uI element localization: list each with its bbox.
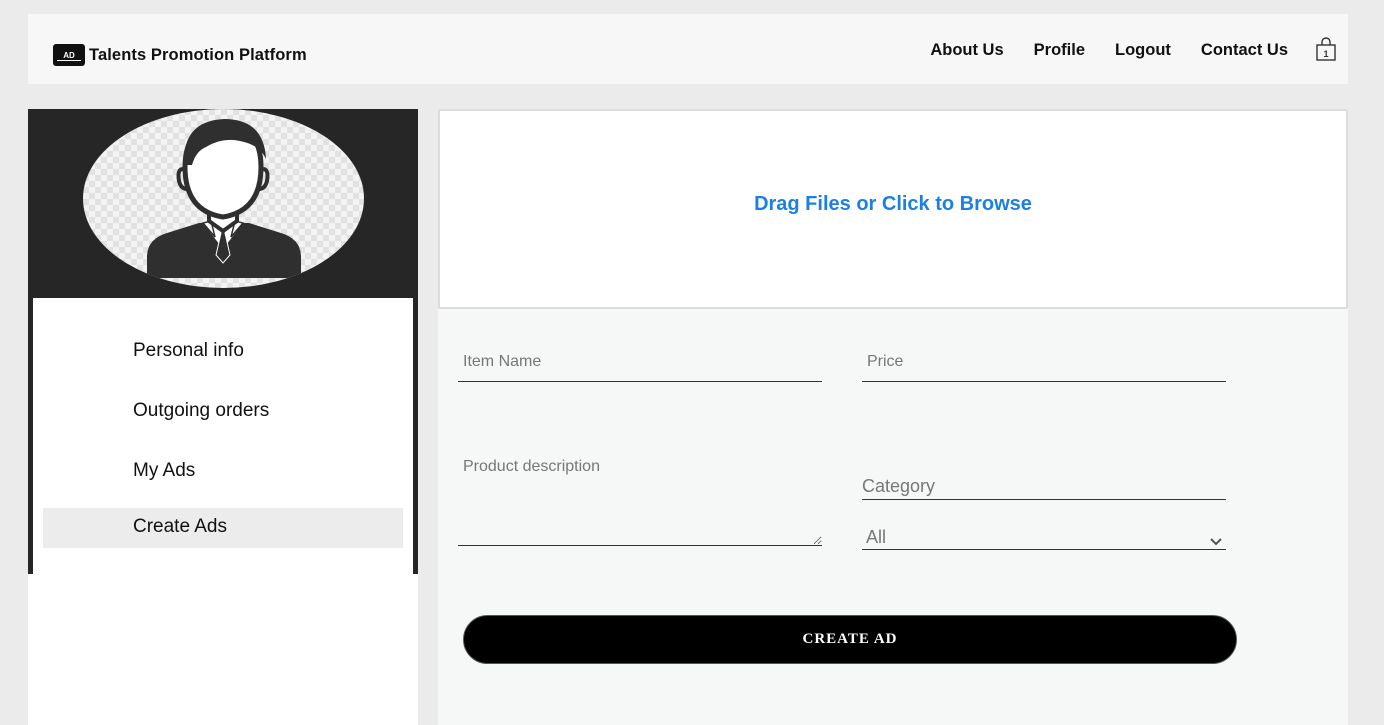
create-ad-button[interactable]: CREATE AD (463, 615, 1237, 664)
sidebar-item-outgoing-orders[interactable]: Outgoing orders (43, 392, 403, 432)
nav-profile[interactable]: Profile (1034, 41, 1085, 60)
category-selected-value: All (866, 527, 887, 547)
category-label: Category (862, 476, 1226, 500)
avatar (83, 109, 364, 288)
sidebar-item-my-ads[interactable]: My Ads (43, 452, 403, 492)
sidebar-item-label: Outgoing orders (133, 400, 270, 421)
cart-count: 1 (1323, 49, 1328, 59)
ad-logo-icon: AD (53, 44, 85, 66)
nav-links: About Us Profile Logout Contact Us (900, 41, 1288, 60)
product-description-textarea[interactable] (458, 454, 822, 546)
sidebar-item-label: My Ads (133, 460, 196, 481)
sidebar-item-create-ads[interactable]: Create Ads (43, 508, 403, 548)
create-ad-form: Category All CREATE AD (438, 309, 1348, 725)
sidebar-menu: Personal info Outgoing orders My Ads Cre… (33, 298, 413, 574)
nav-contact-us[interactable]: Contact Us (1201, 41, 1288, 60)
brand-title: Talents Promotion Platform (89, 45, 307, 64)
file-dropzone[interactable]: Drag Files or Click to Browse (438, 109, 1348, 309)
top-navbar: AD Talents Promotion Platform About Us P… (28, 14, 1348, 84)
chevron-down-icon (1210, 530, 1222, 551)
sidebar-item-personal-info[interactable]: Personal info (43, 332, 403, 372)
item-name-input[interactable] (458, 338, 822, 382)
category-select[interactable]: All (862, 524, 1226, 550)
nav-about-us[interactable]: About Us (930, 41, 1003, 60)
create-ad-panel: Drag Files or Click to Browse Category A… (438, 109, 1348, 725)
shopping-bag-icon[interactable]: 1 (1316, 37, 1336, 61)
price-input[interactable] (862, 338, 1226, 382)
logo-text: AD (63, 50, 75, 60)
brand[interactable]: AD Talents Promotion Platform (53, 44, 307, 66)
sidebar-item-label: Personal info (133, 340, 244, 361)
dropzone-label: Drag Files or Click to Browse (754, 193, 1032, 215)
sidebar-dark-panel: Personal info Outgoing orders My Ads Cre… (28, 109, 418, 574)
user-avatar-icon (147, 119, 301, 278)
profile-sidebar: Personal info Outgoing orders My Ads Cre… (28, 109, 418, 725)
nav-logout[interactable]: Logout (1115, 41, 1171, 60)
sidebar-item-label: Create Ads (133, 516, 227, 537)
